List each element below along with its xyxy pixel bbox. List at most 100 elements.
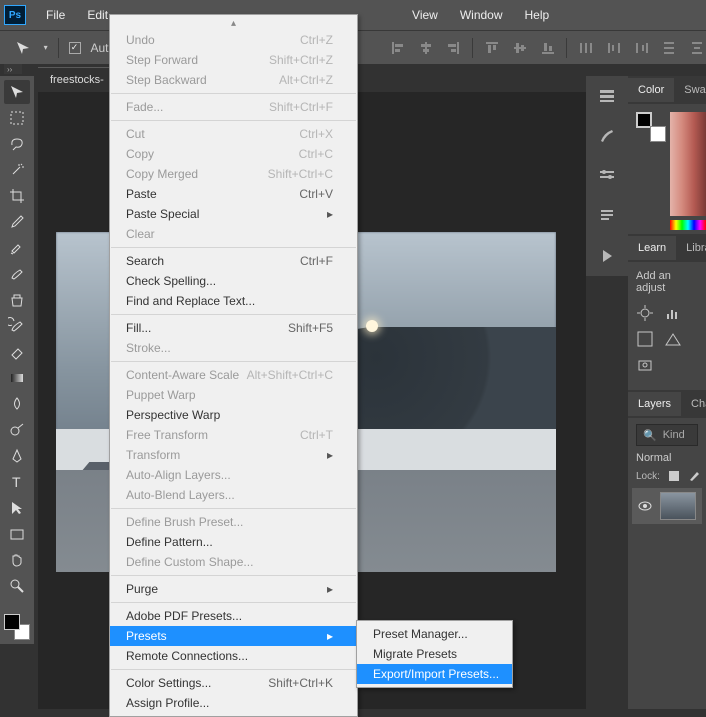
- menu-separator: [111, 508, 356, 509]
- align-right-icon[interactable]: [445, 39, 463, 57]
- levels-icon[interactable]: [664, 304, 682, 322]
- layer-thumbnail: [660, 492, 696, 520]
- submenu-item-export-import-presets[interactable]: Export/Import Presets...: [357, 664, 512, 684]
- menu-help[interactable]: Help: [515, 2, 560, 28]
- hand-tool[interactable]: [4, 548, 30, 572]
- rectangle-tool[interactable]: [4, 522, 30, 546]
- eraser-tool[interactable]: [4, 340, 30, 364]
- menu-item-perspective-warp[interactable]: Perspective Warp: [110, 405, 357, 425]
- crop-tool[interactable]: [4, 184, 30, 208]
- menu-item-remote-connections[interactable]: Remote Connections...: [110, 646, 357, 666]
- distribute-v-icon[interactable]: [661, 39, 679, 57]
- menu-item-auto-align-layers: Auto-Align Layers...: [110, 465, 357, 485]
- dodge-tool[interactable]: [4, 418, 30, 442]
- tab-swatches[interactable]: Swa: [674, 78, 706, 102]
- lock-pixels-icon[interactable]: [668, 470, 680, 482]
- clone-tool[interactable]: [4, 288, 30, 312]
- align-left-icon[interactable]: [389, 39, 407, 57]
- align-bottom-icon[interactable]: [539, 39, 557, 57]
- type-tool[interactable]: T: [4, 470, 30, 494]
- tab-color[interactable]: Color: [628, 78, 674, 102]
- brush-tool[interactable]: [4, 262, 30, 286]
- menu-item-paste-special[interactable]: Paste Special▸: [110, 204, 357, 224]
- path-select-tool[interactable]: [4, 496, 30, 520]
- menu-item-search[interactable]: SearchCtrl+F: [110, 251, 357, 271]
- menu-item-fill[interactable]: Fill...Shift+F5: [110, 318, 357, 338]
- gradient-tool[interactable]: [4, 366, 30, 390]
- layers-panel: 🔍 Kind Normal Lock:: [628, 418, 706, 526]
- menu-item-paste[interactable]: PasteCtrl+V: [110, 184, 357, 204]
- color-panel: [628, 104, 706, 234]
- tab-channels[interactable]: Cha: [681, 392, 706, 416]
- menu-scroll-up-icon[interactable]: ▴: [110, 18, 357, 30]
- menu-item-presets[interactable]: Presets▸: [110, 626, 357, 646]
- auto-checkbox[interactable]: [69, 42, 81, 54]
- menu-file[interactable]: File: [36, 2, 75, 28]
- menu-separator: [111, 247, 356, 248]
- menu-view[interactable]: View: [402, 2, 448, 28]
- history-panel-icon[interactable]: [595, 86, 619, 106]
- fg-bg-swatch[interactable]: [4, 614, 30, 640]
- hue-slider[interactable]: [670, 220, 706, 230]
- photo-filter-icon[interactable]: [636, 356, 654, 374]
- color-field[interactable]: [670, 112, 706, 216]
- tab-libraries[interactable]: Libra: [676, 236, 706, 260]
- menu-item-undo: UndoCtrl+Z: [110, 30, 357, 50]
- submenu-item-preset-manager[interactable]: Preset Manager...: [357, 624, 512, 644]
- menu-item-purge[interactable]: Purge▸: [110, 579, 357, 599]
- distribute-h-icon[interactable]: [577, 39, 595, 57]
- dropdown-icon[interactable]: ▾: [44, 43, 48, 52]
- marquee-tool[interactable]: [4, 106, 30, 130]
- lasso-tool[interactable]: [4, 132, 30, 156]
- menu-item-find-and-replace-text[interactable]: Find and Replace Text...: [110, 291, 357, 311]
- menu-separator: [111, 93, 356, 94]
- menu-item-assign-profile[interactable]: Assign Profile...: [110, 693, 357, 713]
- eyedropper-tool[interactable]: [4, 210, 30, 234]
- menu-separator: [111, 575, 356, 576]
- tab-learn[interactable]: Learn: [628, 236, 676, 260]
- menu-item-color-settings[interactable]: Color Settings...Shift+Ctrl+K: [110, 673, 357, 693]
- layer-kind-label: Kind: [663, 429, 685, 441]
- menu-separator: [111, 314, 356, 315]
- menu-item-cut: CutCtrl+X: [110, 124, 357, 144]
- color-swatch-pair[interactable]: [636, 112, 660, 136]
- align-vcenter-icon[interactable]: [511, 39, 529, 57]
- move-tool[interactable]: [4, 80, 30, 104]
- visibility-icon[interactable]: [638, 499, 652, 513]
- menu-item-step-backward: Step BackwardAlt+Ctrl+Z: [110, 70, 357, 90]
- curves-icon[interactable]: [636, 330, 654, 348]
- menu-item-define-custom-shape: Define Custom Shape...: [110, 552, 357, 572]
- blur-tool[interactable]: [4, 392, 30, 416]
- menu-item-check-spelling[interactable]: Check Spelling...: [110, 271, 357, 291]
- submenu-item-migrate-presets[interactable]: Migrate Presets: [357, 644, 512, 664]
- pen-tool[interactable]: [4, 444, 30, 468]
- distribute-h2-icon[interactable]: [605, 39, 623, 57]
- history-brush-tool[interactable]: [4, 314, 30, 338]
- healing-tool[interactable]: [4, 236, 30, 260]
- brightness-icon[interactable]: [636, 304, 654, 322]
- adjust-label: Add an adjust: [636, 270, 698, 294]
- menu-window[interactable]: Window: [450, 2, 513, 28]
- magic-wand-tool[interactable]: [4, 158, 30, 182]
- distribute-h3-icon[interactable]: [633, 39, 651, 57]
- submenu-arrow-icon: ▸: [327, 582, 333, 596]
- align-hcenter-icon[interactable]: [417, 39, 435, 57]
- brush-panel-icon[interactable]: [595, 126, 619, 146]
- adjustments-panel: Add an adjust: [628, 262, 706, 390]
- zoom-tool[interactable]: [4, 574, 30, 598]
- play-panel-icon[interactable]: [595, 246, 619, 266]
- distribute-v2-icon[interactable]: [688, 39, 706, 57]
- tab-layers[interactable]: Layers: [628, 392, 681, 416]
- menu-item-define-pattern[interactable]: Define Pattern...: [110, 532, 357, 552]
- menu-item-adobe-pdf-presets[interactable]: Adobe PDF Presets...: [110, 606, 357, 626]
- layer-row[interactable]: [632, 488, 702, 524]
- lock-brush-icon[interactable]: [688, 470, 700, 482]
- align-top-icon[interactable]: [483, 39, 501, 57]
- layer-filter[interactable]: 🔍 Kind: [636, 424, 698, 446]
- paragraph-panel-icon[interactable]: [595, 206, 619, 226]
- blend-mode-select[interactable]: Normal: [636, 452, 698, 464]
- exposure-icon[interactable]: [664, 330, 682, 348]
- toolbox-collapse-handle[interactable]: [4, 64, 22, 74]
- divider: [472, 38, 473, 58]
- adjust-panel-icon[interactable]: [595, 166, 619, 186]
